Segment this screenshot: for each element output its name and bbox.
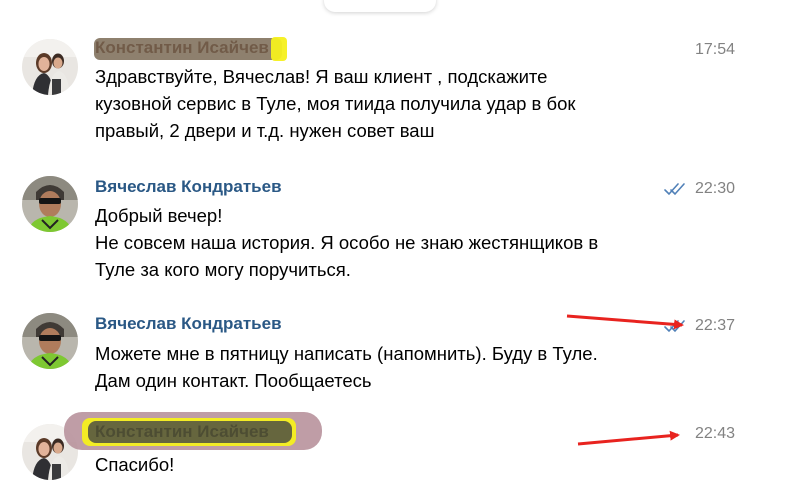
author-name[interactable]: Вячеслав Кондратьев <box>95 177 282 197</box>
author-highlight-yellow <box>271 37 287 61</box>
author-name[interactable]: Константин Исайчев <box>95 422 269 442</box>
avatar-konstantin[interactable] <box>22 39 78 95</box>
author-name[interactable]: Константин Исайчев <box>95 38 269 58</box>
message-line: Не совсем наша история. Я особо не знаю … <box>95 232 599 253</box>
message-time: 22:43 <box>694 425 735 442</box>
message-text: Добрый вечер! Не совсем наша история. Я … <box>95 202 598 283</box>
message-line: Туле за кого могу поручиться. <box>95 259 351 280</box>
message-line: правый, 2 двери и т.д. нужен совет ваш <box>95 120 435 141</box>
message-line: кузовной сервис в Туле, моя тиида получи… <box>95 93 576 114</box>
author-name[interactable]: Вячеслав Кондратьев <box>95 314 282 334</box>
avatar-vyacheslav[interactable] <box>22 176 78 232</box>
double-check-icon <box>664 183 685 196</box>
message-time: 22:37 <box>694 317 735 334</box>
message-text: Спасибо! <box>95 451 174 478</box>
message-text: Можете мне в пятницу написать (напомнить… <box>95 340 598 394</box>
message-line: Добрый вечер! <box>95 205 223 226</box>
avatar-vyacheslav[interactable] <box>22 313 78 369</box>
message-time: 22:30 <box>694 180 735 197</box>
date-pill[interactable] <box>324 0 436 12</box>
message-line: Спасибо! <box>95 454 175 475</box>
message-line: Здравствуйте, Вячеслав! Я ваш клиент , п… <box>95 66 548 87</box>
message-line: Дам один контакт. Пообщаетесь <box>95 370 372 391</box>
message-line: Можете мне в пятницу написать (напомнить… <box>95 343 598 364</box>
double-check-icon <box>664 320 685 333</box>
message-time: 17:54 <box>694 41 735 58</box>
annotation-arrow-2 <box>577 430 680 446</box>
message-text: Здравствуйте, Вячеслав! Я ваш клиент , п… <box>95 63 576 144</box>
